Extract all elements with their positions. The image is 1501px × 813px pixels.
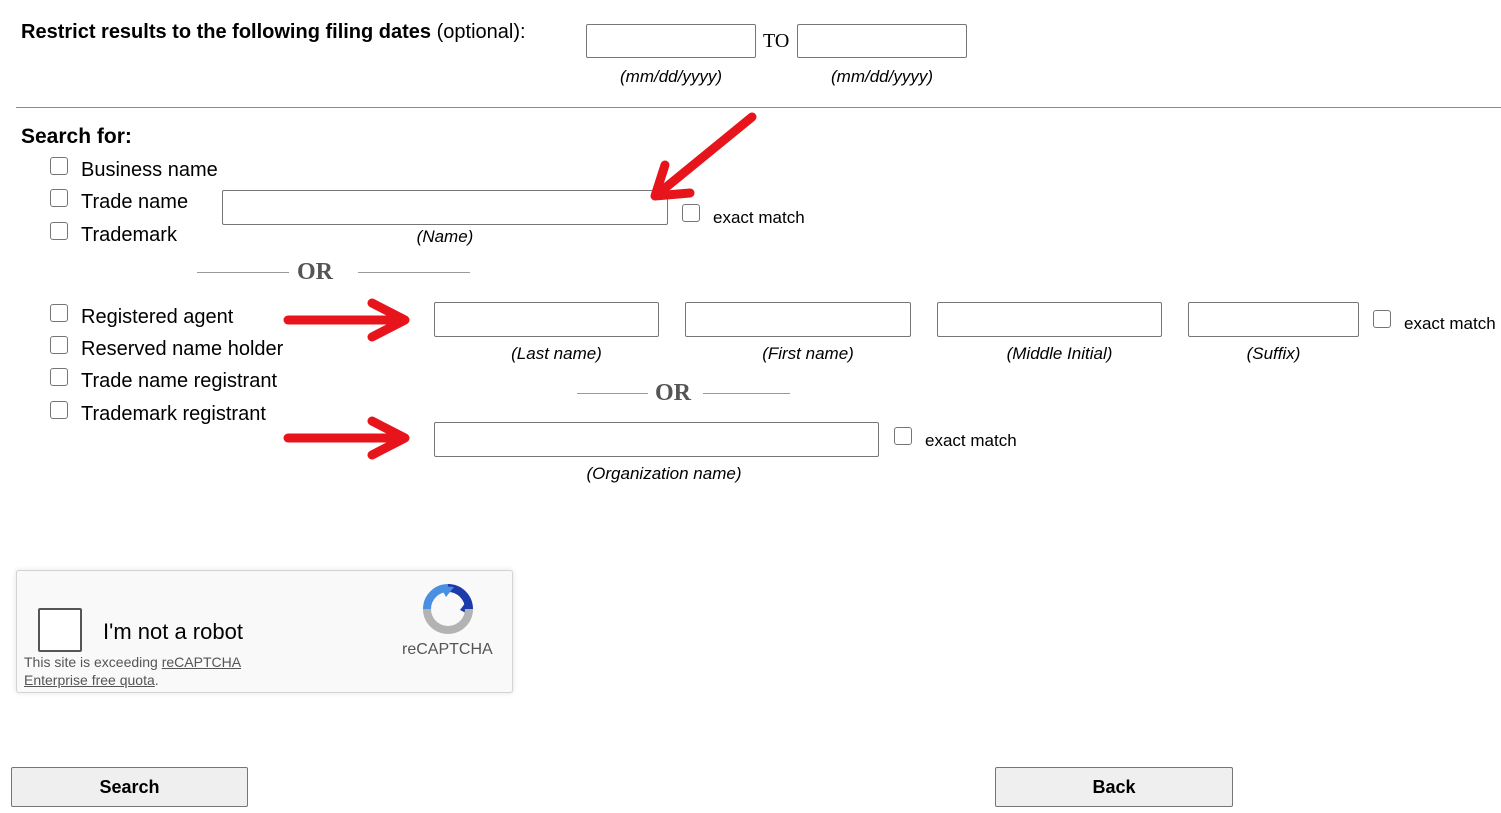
filing-dates-label: Restrict results to the following filing…: [21, 20, 526, 44]
or-line-left: [197, 272, 289, 273]
or-line-right-2: [703, 393, 790, 394]
or-separator: OR: [297, 259, 333, 285]
back-button[interactable]: Back: [995, 767, 1233, 807]
person-exact-match-label: exact match: [1404, 314, 1496, 333]
organization-name-hint: (Organization name): [586, 464, 742, 483]
suffix-hint: (Suffix): [1246, 344, 1301, 363]
trade-name-checkbox[interactable]: [50, 189, 68, 207]
filing-date-to-input[interactable]: [797, 24, 967, 58]
reserved-name-holder-label: Reserved name holder: [81, 338, 284, 360]
name-exact-match-checkbox[interactable]: [682, 204, 700, 222]
arrow-to-organization-input: [283, 416, 410, 460]
organization-exact-match-label: exact match: [925, 431, 1017, 450]
business-name-checkbox[interactable]: [50, 157, 68, 175]
recaptcha-logo-icon: [423, 584, 473, 634]
or-line-right: [358, 272, 470, 273]
registered-agent-checkbox[interactable]: [50, 304, 68, 322]
middle-initial-input[interactable]: [937, 302, 1162, 337]
first-name-hint: (First name): [762, 344, 854, 363]
filing-dates-label-optional: (optional):: [436, 21, 526, 43]
organization-exact-match-checkbox[interactable]: [894, 427, 912, 445]
or-separator-2: OR: [655, 380, 691, 406]
recaptcha-note-suffix: .: [154, 672, 159, 688]
name-exact-match-label: exact match: [713, 208, 805, 227]
recaptcha-quota-note: This site is exceeding reCAPTCHA Enterpr…: [24, 653, 274, 689]
recaptcha-widget: I'm not a robot This site is exceeding r…: [16, 570, 513, 693]
trade-name-label: Trade name: [81, 191, 189, 213]
last-name-hint: (Last name): [511, 344, 602, 363]
middle-initial-hint: (Middle Initial): [1006, 344, 1113, 363]
person-exact-match-checkbox[interactable]: [1373, 310, 1391, 328]
arrow-to-person-inputs: [283, 298, 410, 342]
business-name-label: Business name: [81, 159, 218, 181]
section-divider: [16, 107, 1501, 108]
trade-name-registrant-label: Trade name registrant: [81, 370, 278, 392]
recaptcha-brand: reCAPTCHA: [402, 641, 493, 658]
trademark-registrant-label: Trademark registrant: [81, 403, 266, 425]
suffix-input[interactable]: [1188, 302, 1359, 337]
filing-dates-label-bold: Restrict results to the following filing…: [21, 21, 432, 43]
trademark-checkbox[interactable]: [50, 222, 68, 240]
or-line-left-2: [577, 393, 648, 394]
recaptcha-note-prefix: This site is exceeding: [24, 654, 162, 670]
trademark-registrant-checkbox[interactable]: [50, 401, 68, 419]
filing-date-from-input[interactable]: [586, 24, 756, 58]
filing-date-from-hint: (mm/dd/yyyy): [620, 67, 722, 86]
search-button[interactable]: Search: [11, 767, 248, 807]
reserved-name-holder-checkbox[interactable]: [50, 336, 68, 354]
last-name-input[interactable]: [434, 302, 659, 337]
name-hint: (Name): [416, 227, 474, 246]
name-input[interactable]: [222, 190, 668, 225]
trademark-label: Trademark: [81, 224, 177, 246]
trade-name-registrant-checkbox[interactable]: [50, 368, 68, 386]
arrow-to-name-input: [650, 112, 757, 201]
to-label: TO: [763, 30, 790, 52]
recaptcha-checkbox[interactable]: [38, 608, 82, 652]
filing-date-to-hint: (mm/dd/yyyy): [831, 67, 933, 86]
recaptcha-label: I'm not a robot: [103, 619, 243, 644]
organization-name-input[interactable]: [434, 422, 879, 457]
registered-agent-label: Registered agent: [81, 306, 234, 328]
first-name-input[interactable]: [685, 302, 911, 337]
search-for-heading: Search for:: [21, 125, 132, 148]
